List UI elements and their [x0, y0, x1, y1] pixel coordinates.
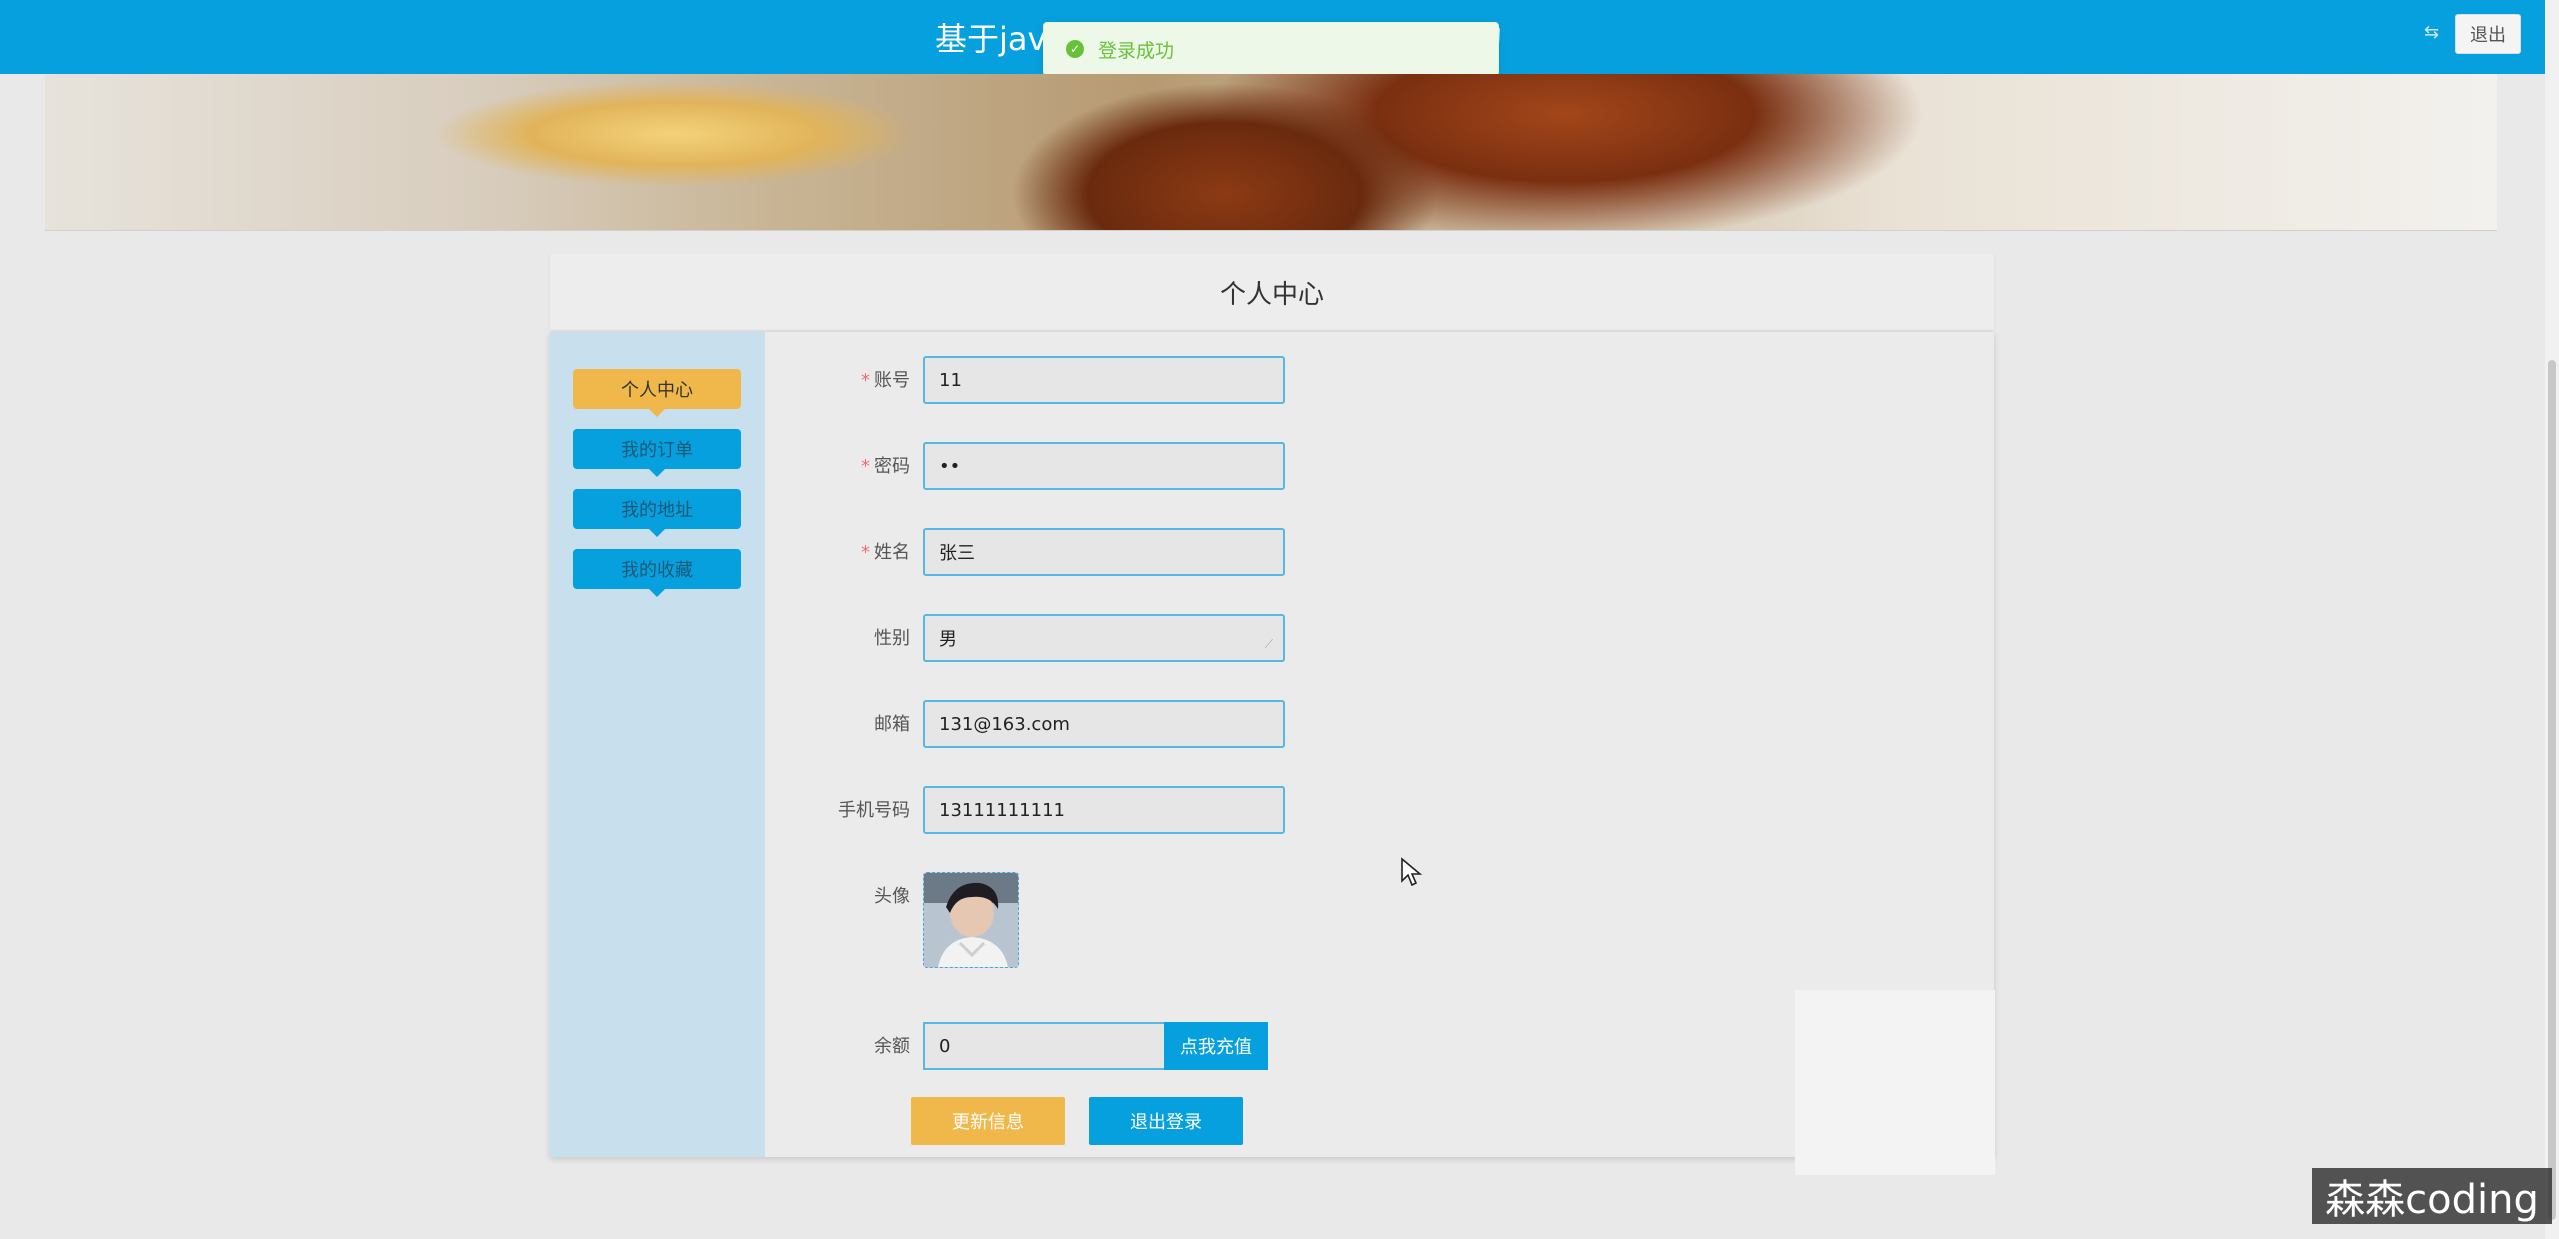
password-input[interactable]: ••	[923, 442, 1285, 490]
balance-label: 余额	[874, 1036, 910, 1057]
balance-input[interactable]: 0	[923, 1022, 1164, 1070]
gender-label: 性别	[874, 628, 910, 649]
avatar-upload[interactable]	[923, 872, 1019, 968]
account-label: * 账号	[861, 370, 910, 391]
page-title: 个人中心	[1219, 280, 1324, 310]
translate-icon[interactable]: ⇆	[2424, 22, 2439, 43]
email-input[interactable]: 131@163.com	[923, 700, 1285, 748]
name-input[interactable]: 张三	[923, 528, 1285, 576]
toast-message: 登录成功	[1098, 39, 1175, 62]
sidebar-item-favorites[interactable]: 我的收藏	[573, 549, 741, 597]
avatar-label: 头像	[874, 886, 910, 907]
phone-input[interactable]: 13111111111	[923, 786, 1285, 834]
overlay-patch	[1795, 990, 1995, 1175]
mouse-cursor-icon	[1401, 857, 1422, 887]
page-title-bar: 个人中心	[550, 254, 1994, 330]
check-circle-icon: ✓	[1066, 40, 1084, 58]
sidebar-item-profile[interactable]: 个人中心	[573, 369, 741, 417]
login-success-toast: ✓ 登录成功	[1043, 22, 1499, 76]
name-label: * 姓名	[861, 542, 910, 563]
gender-select[interactable]: 男 ⟋	[923, 614, 1285, 662]
sidebar-item-addresses[interactable]: 我的地址	[573, 489, 741, 537]
select-resize-icon: ⟋	[1264, 637, 1273, 651]
logout-button[interactable]: 退出登录	[1089, 1097, 1243, 1145]
phone-label: 手机号码	[838, 800, 910, 821]
avatar-image	[924, 873, 1018, 967]
email-label: 邮箱	[874, 714, 910, 735]
scrollbar-thumb[interactable]	[2548, 360, 2556, 1220]
gender-value: 男	[939, 629, 957, 650]
recharge-button[interactable]: 点我充值	[1164, 1022, 1268, 1070]
header-logout-button[interactable]: 退出	[2455, 14, 2521, 54]
sidebar: 个人中心 我的订单 我的地址 我的收藏	[550, 332, 765, 1157]
profile-panel: 个人中心 我的订单 我的地址 我的收藏 * 账号 11 * 密码 •• * 姓名 张三…	[550, 332, 1994, 1157]
banner-carousel	[45, 74, 2497, 284]
update-info-button[interactable]: 更新信息	[911, 1097, 1065, 1145]
sidebar-item-orders[interactable]: 我的订单	[573, 429, 741, 477]
password-label: * 密码	[861, 456, 910, 477]
watermark: 森森coding	[2312, 1168, 2552, 1224]
account-input[interactable]: 11	[923, 356, 1285, 404]
